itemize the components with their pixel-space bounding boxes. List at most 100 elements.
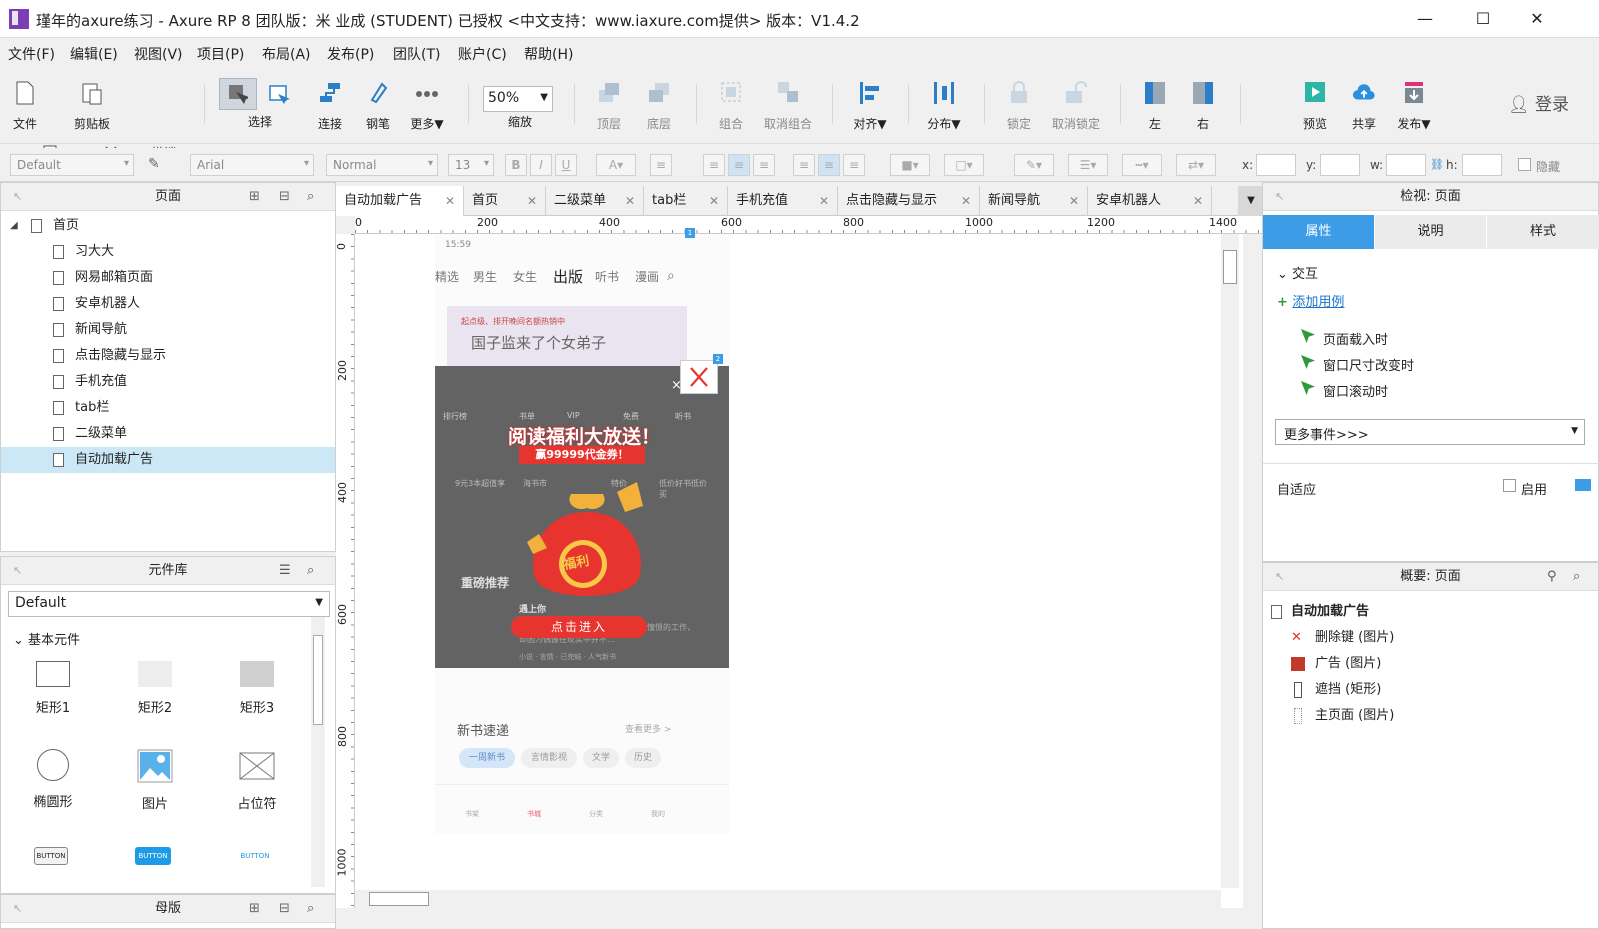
search-icon[interactable]: ⌕ [307, 895, 314, 923]
search-icon[interactable]: ⌕ [1573, 563, 1580, 591]
close-icon[interactable]: ✕ [1522, 8, 1552, 30]
search-icon[interactable]: ⌕ [307, 183, 314, 211]
h-input[interactable] [1462, 154, 1502, 176]
align-right-icon[interactable]: ≡ [753, 154, 775, 176]
outline-item-delete-key[interactable]: ✕ 删除键 (图片) [1263, 625, 1598, 651]
style-editor-icon[interactable]: ✎ [148, 156, 160, 172]
add-folder-icon[interactable]: ⊟ [279, 183, 290, 211]
y-input[interactable] [1320, 154, 1360, 176]
tab-toggle[interactable]: 点击隐藏与显示 ✕ [838, 186, 980, 216]
scroll-thumb[interactable] [313, 635, 323, 725]
page-item[interactable]: 二级菜单 [1, 421, 335, 447]
expand-triangle-icon[interactable]: ◢ [10, 213, 18, 239]
tab-home[interactable]: 首页 ✕ [464, 186, 546, 216]
line-style-icon[interactable]: ┅▾ [1122, 154, 1162, 176]
tab-news[interactable]: 新闻导航 ✕ [980, 186, 1088, 216]
menu-team[interactable]: 团队(T) [393, 44, 440, 64]
bring-to-top-button[interactable]: 顶层 [592, 80, 626, 132]
menu-layout[interactable]: 布局(A) [262, 44, 311, 64]
pen-button[interactable]: 钢笔 [362, 80, 394, 132]
tab-android[interactable]: 安卓机器人 ✕ [1088, 186, 1212, 216]
library-scrollbar[interactable] [311, 617, 325, 887]
tab-auto-ad[interactable]: 自动加载广告 ✕ [336, 186, 464, 216]
widget-ellipse[interactable]: 椭圆形 [13, 749, 93, 810]
widget-rect2[interactable]: 矩形2 [115, 661, 195, 716]
search-icon[interactable]: ⌕ [307, 557, 314, 585]
add-folder-icon[interactable]: ⊟ [279, 895, 290, 923]
select-contained-icon[interactable] [268, 84, 290, 106]
event-page-load[interactable]: 页面载入时 [1301, 329, 1388, 348]
interaction-section[interactable]: ⌄ 交互 [1277, 263, 1318, 282]
font-select[interactable]: Arial [190, 154, 314, 176]
collapse-arrow-icon[interactable]: ↖ [13, 557, 22, 585]
ungroup-button[interactable]: 取消组合 [762, 80, 814, 132]
valign-bottom-icon[interactable]: ≡ [843, 154, 865, 176]
horizontal-scrollbar[interactable] [355, 890, 1221, 908]
tab-submenu[interactable]: 二级菜单 ✕ [546, 186, 644, 216]
menu-publish[interactable]: 发布(P) [327, 44, 374, 64]
add-page-icon[interactable]: ⊞ [249, 183, 260, 211]
widget-primary-button[interactable]: BUTTON [135, 847, 171, 865]
page-item[interactable]: 安卓机器人 [1, 291, 335, 317]
close-tab-icon[interactable]: ✕ [625, 186, 635, 216]
align-center-icon[interactable]: ≡ [728, 154, 750, 176]
bold-icon[interactable]: B [505, 154, 527, 176]
maximize-icon[interactable]: ☐ [1468, 8, 1498, 30]
page-item[interactable]: 习大大 [1, 239, 335, 265]
vertical-scrollbar[interactable] [1221, 234, 1239, 888]
widget-rect1[interactable]: 矩形1 [13, 661, 93, 716]
publish-button[interactable]: 发布▼ [1394, 80, 1434, 132]
ad-enter-button[interactable]: 点击进入 [511, 616, 647, 638]
library-select[interactable]: Default ▼ [8, 591, 330, 617]
lock-aspect-icon[interactable]: ⛓ [1430, 158, 1444, 171]
login-button[interactable]: 👤︎ 登录 [1508, 90, 1569, 115]
outline-item-main[interactable]: 主页面 (图片) [1263, 703, 1598, 729]
menu-help[interactable]: 帮助(H) [524, 44, 573, 64]
file-button[interactable]: 文件 [10, 80, 40, 132]
page-item[interactable]: tab栏 [1, 395, 335, 421]
collapse-arrow-icon[interactable]: ↖ [1275, 183, 1284, 211]
design-canvas[interactable]: 15:59 精选 男生 女生 出版 听书 漫画 ⌕ 起点级、排开晚间名额热销中 … [355, 228, 1243, 908]
left-panel-button[interactable]: 左 [1140, 80, 1170, 132]
widget-button[interactable]: BUTTON [34, 847, 68, 865]
widget-image[interactable]: 图片 [115, 749, 195, 812]
collapse-arrow-icon[interactable]: ↖ [13, 183, 22, 211]
page-item-selected[interactable]: 自动加载广告 [1, 447, 335, 473]
menu-account[interactable]: 账户(C) [458, 44, 507, 64]
arrow-style-icon[interactable]: ⇄▾ [1176, 154, 1216, 176]
minimize-icon[interactable]: — [1410, 8, 1440, 30]
close-tab-icon[interactable]: ✕ [445, 186, 455, 216]
widget-rect3[interactable]: 矩形3 [217, 661, 297, 716]
zoom-select[interactable]: 50% ▼ [483, 86, 553, 112]
valign-middle-icon[interactable]: ≡ [818, 154, 840, 176]
tab-tabbar[interactable]: tab栏 ✕ [644, 186, 728, 216]
close-tab-icon[interactable]: ✕ [1069, 186, 1079, 216]
library-section[interactable]: ⌄ 基本元件 [13, 629, 80, 648]
menu-file[interactable]: 文件(F) [8, 44, 55, 64]
widget-placeholder[interactable]: 占位符 [217, 749, 297, 812]
align-button[interactable]: 对齐▼ [850, 80, 890, 132]
close-tab-icon[interactable]: ✕ [961, 186, 971, 216]
menu-edit[interactable]: 编辑(E) [70, 44, 118, 64]
send-to-bottom-button[interactable]: 底层 [642, 80, 676, 132]
filter-icon[interactable]: ⚲ [1547, 563, 1557, 591]
close-tab-icon[interactable]: ✕ [1193, 186, 1203, 216]
preview-button[interactable]: 预览 [1300, 80, 1330, 132]
outline-item-ad[interactable]: 广告 (图片) [1263, 651, 1598, 677]
lock-button[interactable]: 锁定 [1002, 80, 1036, 132]
add-master-icon[interactable]: ⊞ [249, 895, 260, 923]
page-item[interactable]: 网易邮箱页面 [1, 265, 335, 291]
tab-properties[interactable]: 属性 [1263, 215, 1374, 249]
widget-link-button[interactable]: BUTTON [235, 847, 275, 865]
fill-color-icon[interactable]: ■▾ [890, 154, 930, 176]
close-tab-icon[interactable]: ✕ [819, 186, 829, 216]
tab-style[interactable]: 样式 [1487, 215, 1599, 249]
outline-page[interactable]: 自动加载广告 [1263, 599, 1598, 625]
more-button[interactable]: 更多▼ [406, 80, 448, 132]
close-tab-icon[interactable]: ✕ [527, 186, 537, 216]
adaptive-views-icon[interactable] [1575, 479, 1591, 491]
distribute-button[interactable]: 分布▼ [924, 80, 964, 132]
line-color-icon[interactable]: ✎▾ [1014, 154, 1054, 176]
more-events-select[interactable]: 更多事件>>> ▼ [1275, 419, 1585, 445]
bullet-list-icon[interactable]: ≡ [650, 154, 672, 176]
